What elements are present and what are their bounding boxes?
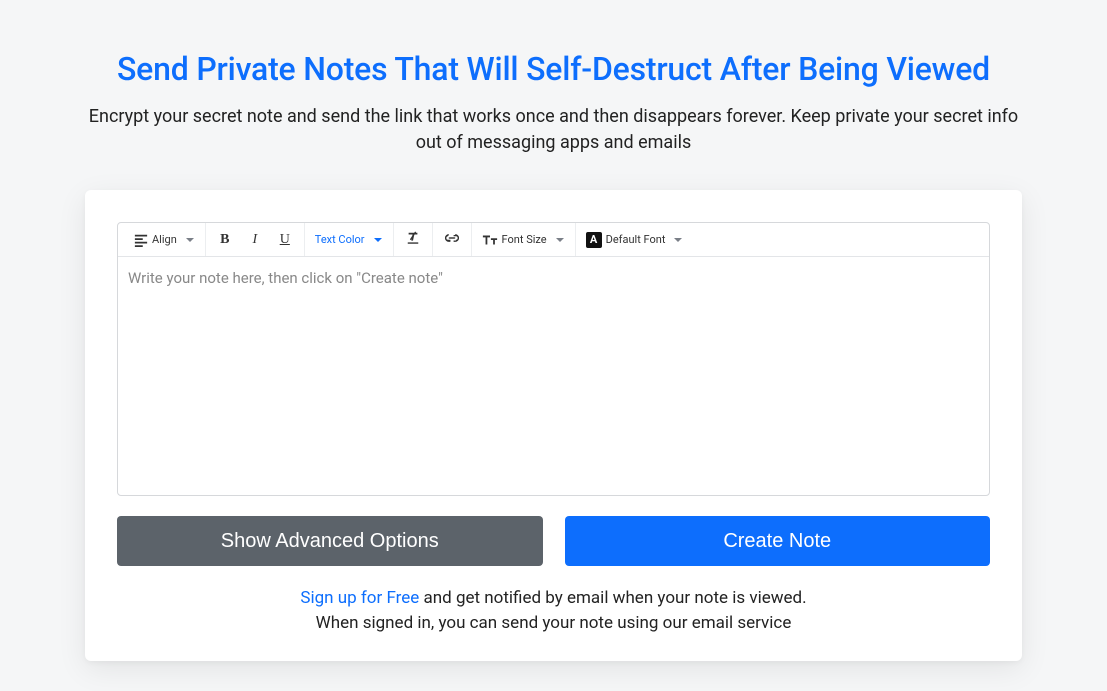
align-button[interactable]: Align	[128, 227, 201, 253]
footer-after-link: and get notified by email when your note…	[419, 588, 806, 608]
caret-down-icon	[373, 235, 383, 245]
button-row: Show Advanced Options Create Note	[117, 516, 990, 566]
link-icon	[444, 231, 460, 248]
page-title: Send Private Notes That Will Self-Destru…	[85, 50, 1022, 88]
editor-container: Align B I U Text Color	[117, 222, 990, 496]
show-advanced-button[interactable]: Show Advanced Options	[117, 516, 543, 566]
align-icon	[134, 233, 148, 247]
font-icon: A	[586, 232, 602, 248]
text-color-button[interactable]: Text Color	[309, 227, 389, 253]
default-font-button[interactable]: A Default Font	[580, 227, 690, 253]
note-editor[interactable]: Write your note here, then click on "Cre…	[118, 257, 989, 495]
footer-line2: When signed in, you can send your note u…	[117, 611, 990, 636]
clear-format-button[interactable]	[398, 227, 428, 253]
editor-toolbar: Align B I U Text Color	[118, 223, 989, 257]
caret-down-icon	[555, 235, 565, 245]
align-label: Align	[152, 233, 177, 246]
main-card: Align B I U Text Color	[85, 190, 1022, 661]
signup-link[interactable]: Sign up for Free	[300, 588, 419, 608]
text-color-label: Text Color	[315, 233, 365, 246]
bold-button[interactable]: B	[210, 227, 240, 253]
font-size-label: Font Size	[502, 233, 547, 246]
underline-button[interactable]: U	[270, 227, 300, 253]
italic-button[interactable]: I	[240, 227, 270, 253]
font-size-button[interactable]: Font Size	[476, 227, 571, 253]
caret-down-icon	[185, 235, 195, 245]
clear-format-icon	[406, 231, 420, 248]
caret-down-icon	[673, 235, 683, 245]
footer-text: Sign up for Free and get notified by ema…	[117, 586, 990, 635]
create-note-button[interactable]: Create Note	[565, 516, 991, 566]
font-size-icon	[482, 233, 498, 247]
page-subtitle: Encrypt your secret note and send the li…	[85, 104, 1022, 156]
link-button[interactable]	[437, 227, 467, 253]
default-font-label: Default Font	[606, 233, 666, 246]
